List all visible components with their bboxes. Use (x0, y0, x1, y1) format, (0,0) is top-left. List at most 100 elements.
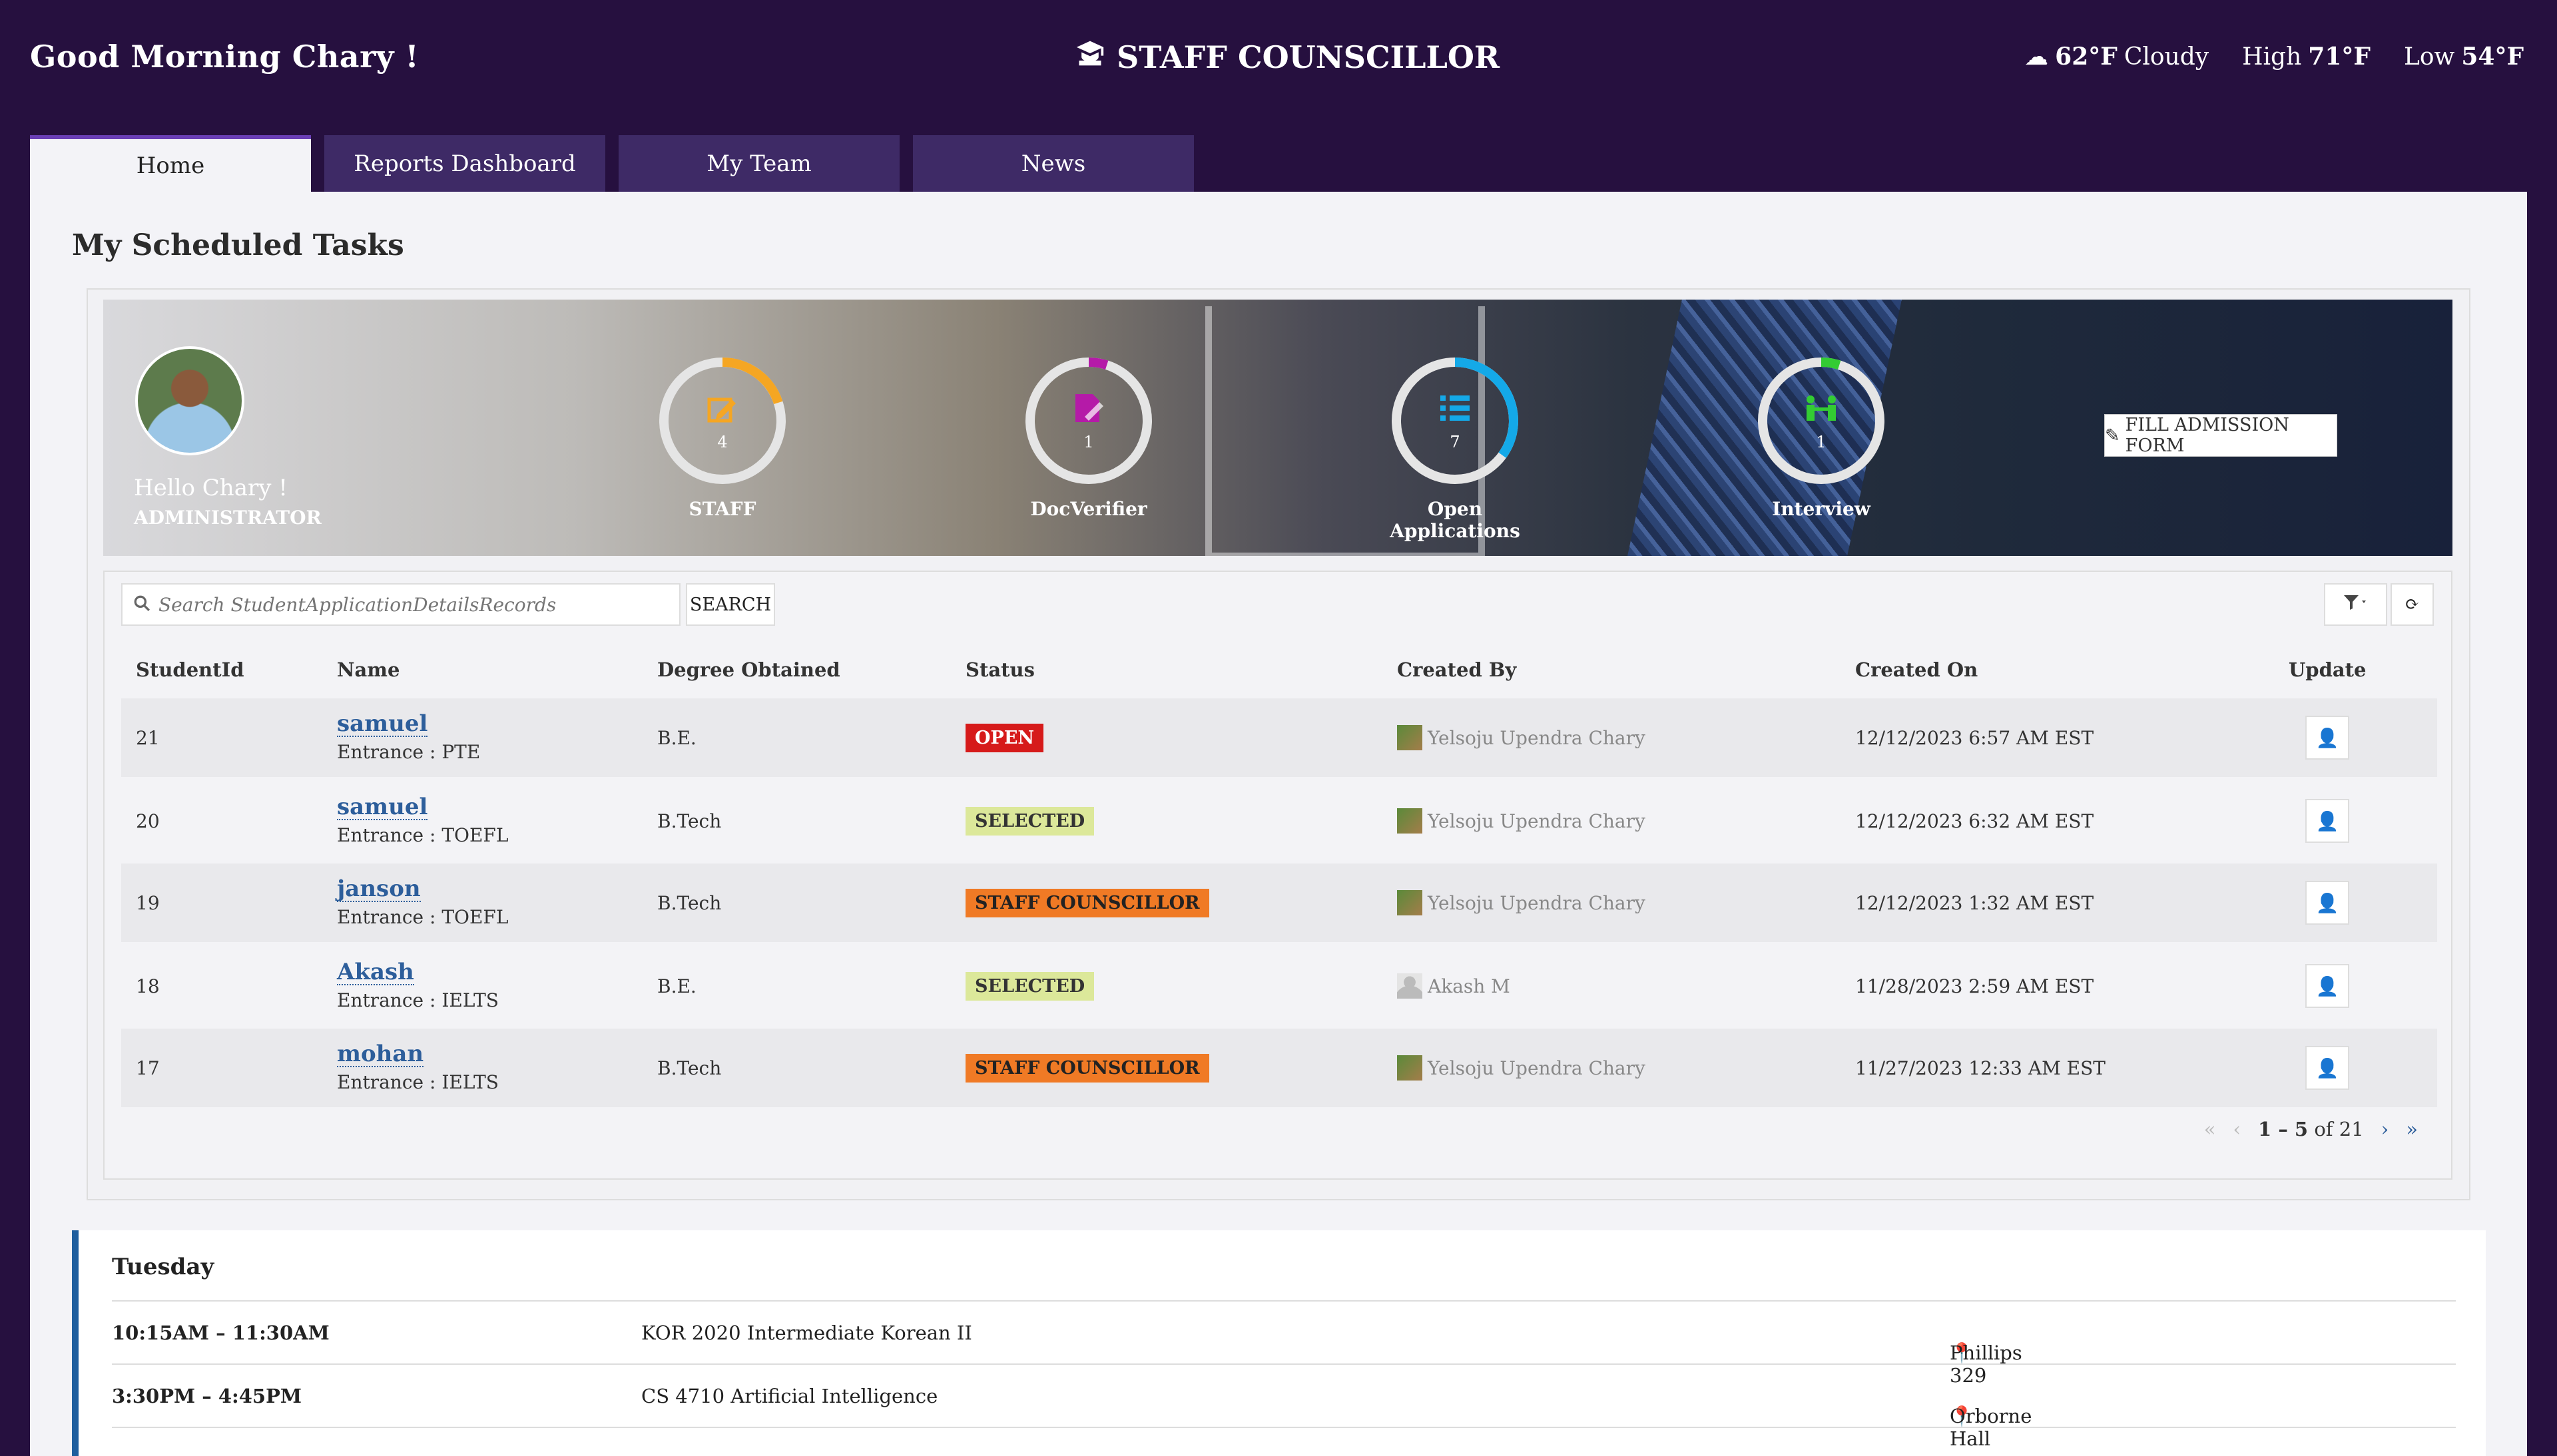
student-name-link[interactable]: samuel (337, 712, 428, 738)
docverifier-count: 1 (1083, 433, 1093, 451)
created-on: 11/27/2023 12:33 AM EST (1855, 1057, 2106, 1079)
entrance-text: Entrance : TOEFL (337, 906, 509, 929)
update-button[interactable]: 👤 (2305, 799, 2349, 843)
table-row: 17 mohan Entrance : IELTS B.Tech STAFF CO… (121, 1029, 2437, 1107)
doc-edit-icon (1075, 394, 1103, 422)
creator-name: Yelsoju Upendra Chary (1428, 810, 1645, 832)
student-name-link[interactable]: Akash (337, 960, 414, 986)
tab-my-team[interactable]: My Team (619, 135, 900, 192)
creator-avatar (1397, 973, 1422, 999)
col-created-on[interactable]: Created On (1855, 658, 1978, 681)
user-edit-icon: 👤 (2315, 975, 2339, 997)
schedule-course: KOR 2020 Intermediate Korean II (641, 1322, 972, 1344)
open-applications-count: 7 (1450, 433, 1460, 451)
created-on: 12/12/2023 6:57 AM EST (1855, 726, 2094, 749)
user-edit-icon: 👤 (2315, 891, 2339, 914)
pagination: « ‹ 1 – 5 of 21 › » (2204, 1118, 2418, 1140)
update-button[interactable]: 👤 (2305, 1046, 2349, 1090)
col-name[interactable]: Name (337, 658, 400, 681)
avatar (135, 346, 244, 455)
update-button[interactable]: 👤 (2305, 964, 2349, 1008)
student-name-link[interactable]: janson (337, 877, 421, 903)
creator-name: Akash M (1428, 975, 1510, 997)
edit-icon (707, 397, 736, 423)
col-created-by[interactable]: Created By (1397, 658, 1516, 681)
entrance-text: Entrance : IELTS (337, 989, 499, 1012)
last-page-icon[interactable]: » (2406, 1118, 2418, 1140)
page-range: 1 – 5 (2258, 1118, 2309, 1140)
staff-count: 4 (717, 433, 727, 451)
role-text: ADMINISTRATOR (134, 507, 322, 529)
schedule-panel: Tuesday 10:15AM – 11:30AM KOR 2020 Inter… (72, 1230, 2486, 1456)
staff-progress-ring: 4 (659, 358, 786, 484)
search-button[interactable]: SEARCH (686, 583, 775, 626)
stat-open-applications[interactable]: 7 Open Applications (1382, 354, 1528, 542)
creator-avatar (1397, 808, 1422, 834)
degree-text: B.Tech (657, 891, 722, 914)
fill-admission-form-button[interactable]: ✎ FILL ADMISSION FORM (2104, 414, 2337, 457)
tasks-card: Hello Chary ! ADMINISTRATOR 4 STAFF 1 Do… (87, 288, 2470, 1200)
student-id: 20 (136, 810, 160, 832)
weather-high-label: High (2242, 43, 2302, 71)
weather-condition: Cloudy (2124, 43, 2209, 71)
creator-name: Yelsoju Upendra Chary (1428, 891, 1645, 914)
tab-reports-dashboard[interactable]: Reports Dashboard (324, 135, 605, 192)
weather-high: 71°F (2308, 43, 2371, 71)
top-bar: Good Morning Chary ! STAFF COUNSCILLOR ☁… (0, 0, 2557, 133)
app-title-text: STAFF COUNSCILLOR (1117, 39, 1500, 75)
list-icon (1440, 395, 1470, 421)
update-button[interactable]: 👤 (2305, 881, 2349, 925)
stat-label-open-applications: Open Applications (1390, 498, 1520, 542)
update-button[interactable]: 👤 (2305, 716, 2349, 760)
schedule-item[interactable]: 3:30PM – 4:45PM CS 4710 Artificial Intel… (112, 1363, 2456, 1450)
refresh-button[interactable]: ⟳ (2391, 583, 2434, 626)
tab-home[interactable]: Home (30, 135, 311, 192)
main-panel: My Scheduled Tasks Hello Chary ! ADMINIS… (30, 192, 2527, 1456)
student-id: 21 (136, 726, 160, 749)
degree-text: B.Tech (657, 810, 722, 832)
table-row: 20 samuel Entrance : TOEFL B.Tech SELECTE… (121, 782, 2437, 860)
col-status[interactable]: Status (966, 658, 1035, 681)
next-page-icon[interactable]: › (2381, 1118, 2389, 1140)
tab-news[interactable]: News (913, 135, 1194, 192)
filter-button[interactable] (2324, 583, 2387, 626)
profile-banner: Hello Chary ! ADMINISTRATOR 4 STAFF 1 Do… (103, 300, 2452, 556)
schedule-divider (112, 1427, 2456, 1456)
prev-page-icon[interactable]: ‹ (2233, 1118, 2241, 1140)
creator-name: Yelsoju Upendra Chary (1428, 1057, 1645, 1079)
table-row: 18 Akash Entrance : IELTS B.E. SELECTED A… (121, 947, 2437, 1025)
section-title: My Scheduled Tasks (72, 228, 404, 262)
status-badge: STAFF COUNSCILLOR (966, 888, 1209, 917)
stat-interview[interactable]: 1 Interview (1748, 354, 1894, 520)
student-id: 18 (136, 975, 160, 997)
created-on: 12/12/2023 1:32 AM EST (1855, 891, 2094, 914)
created-on: 12/12/2023 6:32 AM EST (1855, 810, 2094, 832)
search-input[interactable] (158, 593, 665, 616)
student-name-link[interactable]: mohan (337, 1042, 424, 1068)
schedule-course: CS 4710 Artificial Intelligence (641, 1385, 938, 1407)
col-degree[interactable]: Degree Obtained (657, 658, 840, 681)
table-row: 21 samuel Entrance : PTE B.E. OPEN Yelsoj… (121, 698, 2437, 777)
col-update[interactable]: Update (2289, 658, 2366, 681)
creator-avatar (1397, 1055, 1422, 1081)
schedule-item[interactable]: 10:15AM – 11:30AM KOR 2020 Intermediate … (112, 1300, 2456, 1387)
stat-staff[interactable]: 4 STAFF (649, 354, 796, 520)
entrance-text: Entrance : IELTS (337, 1071, 499, 1094)
weather-low: 54°F (2461, 43, 2524, 71)
search-icon (133, 595, 150, 614)
stat-docverifier[interactable]: 1 DocVerifier (1015, 354, 1162, 520)
fill-admission-form-label: FILL ADMISSION FORM (2125, 415, 2289, 456)
stat-label-interview: Interview (1772, 498, 1870, 520)
student-name-link[interactable]: samuel (337, 795, 428, 821)
first-page-icon[interactable]: « (2204, 1118, 2216, 1140)
refresh-icon: ⟳ (2405, 595, 2420, 614)
user-edit-icon: 👤 (2315, 810, 2339, 832)
graduate-icon (1075, 39, 1105, 75)
page-total: of 21 (2314, 1118, 2364, 1140)
table-header: StudentId Name Degree Obtained Status Cr… (121, 638, 2437, 698)
schedule-time: 3:30PM – 4:45PM (112, 1385, 302, 1407)
status-badge: SELECTED (966, 971, 1095, 1001)
creator-avatar (1397, 890, 1422, 915)
schedule-day: Tuesday (112, 1254, 214, 1280)
col-studentid[interactable]: StudentId (136, 658, 244, 681)
